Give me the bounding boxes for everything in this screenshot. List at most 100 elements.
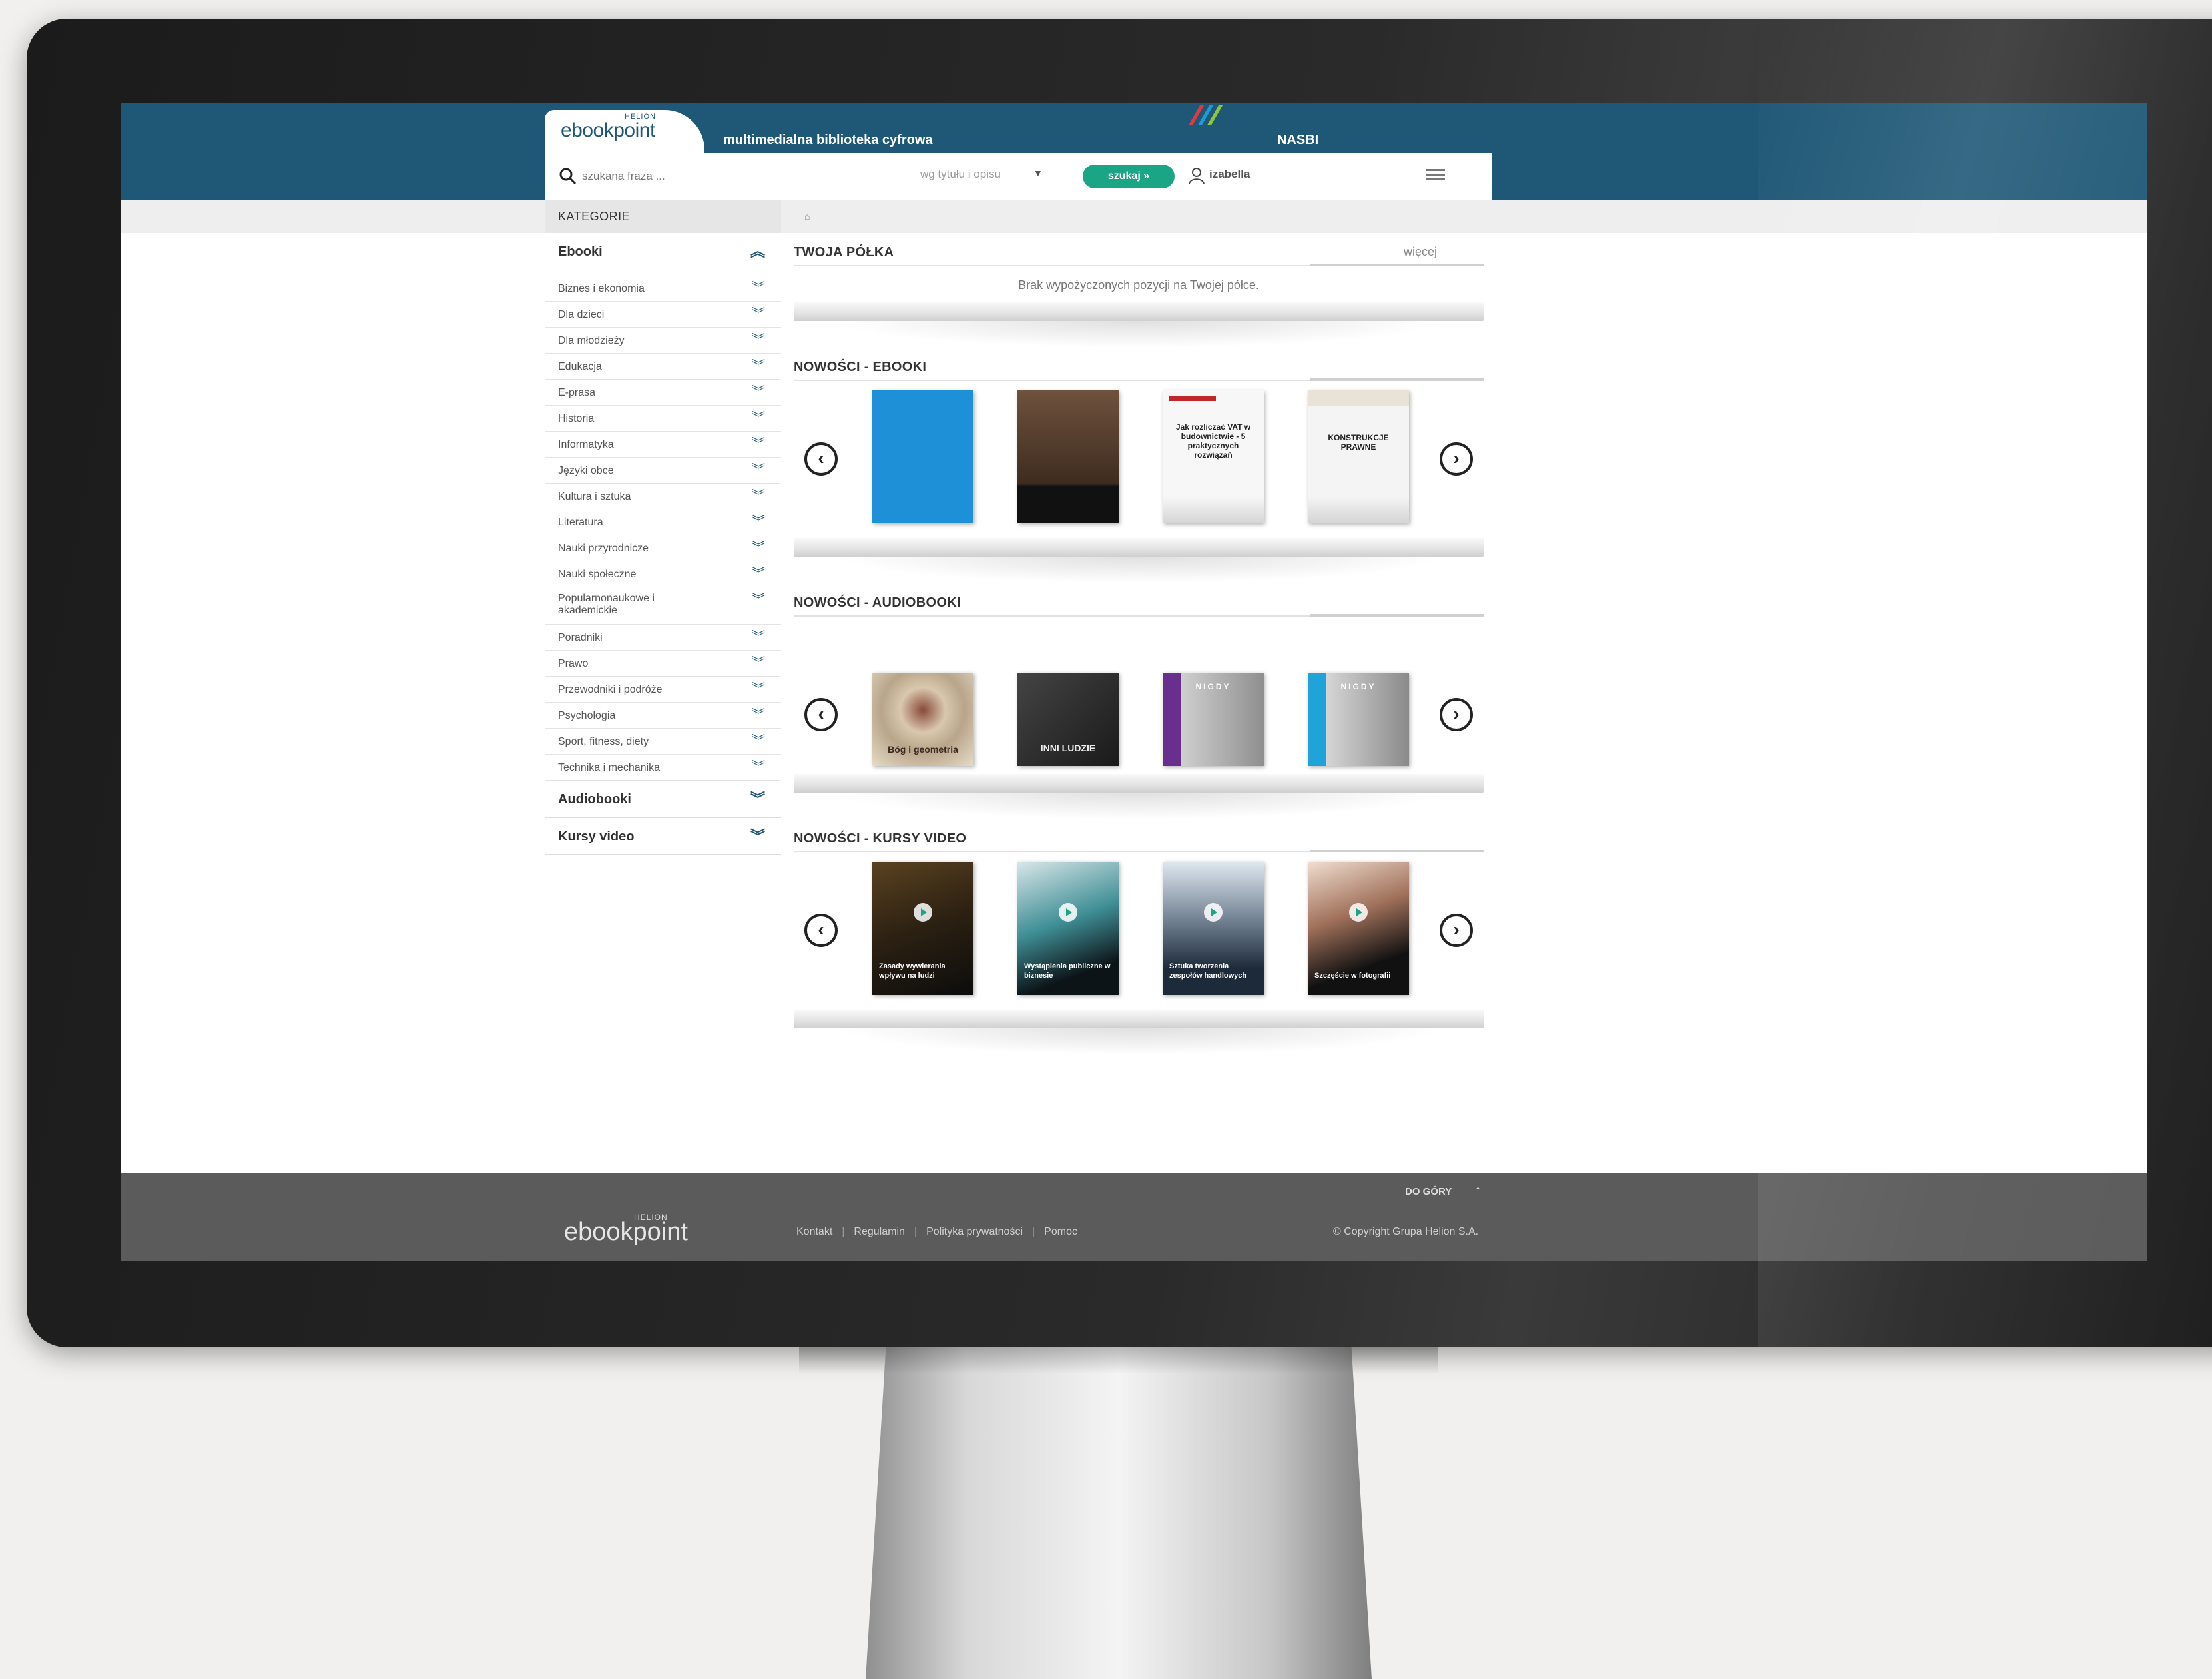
chevron-down-icon[interactable]: ︾ <box>752 354 765 380</box>
subcategory-label: Prawo <box>558 658 589 669</box>
subcategory-item[interactable]: Nauki przyrodnicze ︾ <box>545 535 781 561</box>
play-icon[interactable] <box>914 903 932 922</box>
search-scope-select[interactable]: wg tytułu i opisu <box>920 168 1001 181</box>
subcategory-item[interactable]: Języki obce ︾ <box>545 458 781 484</box>
arrow-left-icon[interactable]: ‹ <box>804 442 838 476</box>
book-cover[interactable]: Jak rozliczać VAT w budownictwie - 5 pra… <box>1163 390 1264 523</box>
section-divider-accent <box>1310 850 1484 852</box>
category-videos[interactable]: Kursy video ︾ <box>545 818 781 855</box>
chevron-down-icon[interactable]: ︾ <box>750 818 765 855</box>
subcategory-item[interactable]: Informatyka ︾ <box>545 432 781 458</box>
video-course-title: Szczęście w fotografii <box>1314 972 1391 980</box>
subcategory-item[interactable]: Przewodniki i podróże ︾ <box>545 677 781 703</box>
shelf-shadow <box>834 793 1444 819</box>
arrow-right-icon[interactable]: › <box>1440 698 1473 731</box>
subcategory-item[interactable]: Dla dzieci ︾ <box>545 302 781 328</box>
arrow-right-icon[interactable]: › <box>1440 914 1473 947</box>
subcategory-item[interactable]: Biznes i ekonomia ︾ <box>545 276 781 302</box>
chevron-down-icon[interactable]: ︾ <box>752 302 765 328</box>
user-name[interactable]: izabella <box>1209 168 1250 181</box>
chevron-down-icon[interactable]: ︾ <box>752 677 765 703</box>
subcategory-label: Poradniki <box>558 632 603 643</box>
subcategory-item[interactable]: Sport, fitness, diety ︾ <box>545 729 781 755</box>
play-icon[interactable] <box>1059 903 1077 922</box>
audiobook-cover[interactable]: INNI LUDZIE <box>1017 673 1119 766</box>
hamburger-menu-icon[interactable] <box>1424 167 1448 186</box>
chevron-down-icon[interactable]: ︾ <box>752 328 765 354</box>
footer-link-contact[interactable]: Kontakt <box>796 1226 832 1238</box>
book-cover[interactable] <box>1017 390 1119 523</box>
subcategory-label: Informatyka <box>558 439 614 450</box>
subcategory-item[interactable]: Edukacja ︾ <box>545 354 781 380</box>
chevron-down-icon[interactable]: ▼ <box>1033 168 1043 178</box>
subcategory-item[interactable]: Prawo ︾ <box>545 651 781 677</box>
audiobook-cover[interactable]: Bóg i geometria <box>872 673 973 766</box>
chevron-down-icon[interactable]: ︾ <box>752 509 765 535</box>
more-link[interactable]: więcej <box>1404 245 1437 259</box>
footer-separator: | <box>1032 1226 1035 1237</box>
stand-shadow <box>799 1347 1438 1374</box>
chevron-down-icon[interactable]: ︾ <box>752 729 765 755</box>
subcategory-label: Dla dzieci <box>558 309 605 320</box>
play-icon[interactable] <box>1204 903 1223 922</box>
chevron-up-icon[interactable]: ︽ <box>750 233 765 270</box>
chevron-down-icon[interactable]: ︾ <box>752 625 765 651</box>
subcategory-item[interactable]: Poradniki ︾ <box>545 625 781 651</box>
subcategory-label: Biznes i ekonomia <box>558 283 645 294</box>
subcategory-item[interactable]: Nauki społeczne ︾ <box>545 561 781 587</box>
category-audiobooks[interactable]: Audiobooki ︾ <box>545 781 781 818</box>
video-course-cover[interactable]: Szczęście w fotografii <box>1308 862 1409 995</box>
play-icon[interactable] <box>1349 903 1368 922</box>
subcategory-label: Nauki społeczne <box>558 569 637 580</box>
search-button[interactable]: szukaj » <box>1083 165 1175 188</box>
chevron-down-icon[interactable]: ︾ <box>752 535 765 561</box>
chevron-down-icon[interactable]: ︾ <box>752 458 765 484</box>
subcategory-item[interactable]: E-prasa ︾ <box>545 380 781 406</box>
videos-section-header: NOWOŚCI - KURSY VIDEO <box>794 826 1484 852</box>
audiobook-cover[interactable]: NIGDY <box>1308 673 1409 766</box>
footer-link-privacy[interactable]: Polityka prywatności <box>926 1226 1023 1238</box>
chevron-down-icon[interactable]: ︾ <box>752 380 765 406</box>
breadcrumb-home-icon[interactable]: ⌂ <box>794 200 1484 233</box>
ebooks-section-header: NOWOŚCI - EBOOKI <box>794 354 1484 381</box>
audiobook-cover[interactable]: NIGDY <box>1163 673 1264 766</box>
video-course-cover[interactable]: Sztuka tworzenia zespołów handlowych <box>1163 862 1264 995</box>
search-input[interactable] <box>582 167 902 186</box>
footer-link-help[interactable]: Pomoc <box>1044 1226 1077 1238</box>
subcategory-item[interactable]: Kultura i sztuka ︾ <box>545 484 781 509</box>
subcategory-item[interactable]: Technika i mechanika ︾ <box>545 755 781 781</box>
category-ebooks[interactable]: Ebooki ︽ <box>545 233 781 270</box>
chevron-down-icon[interactable]: ︾ <box>752 561 765 587</box>
chevron-down-icon[interactable]: ︾ <box>752 651 765 677</box>
book-cover[interactable]: KONSTRUKCJE PRAWNE <box>1308 390 1409 523</box>
audiobook-cover-title: INNI LUDZIE <box>1040 743 1096 753</box>
subcategory-item[interactable]: Popularnonaukowe i akademickie ︾ <box>545 587 781 625</box>
chevron-down-icon[interactable]: ︾ <box>752 484 765 509</box>
user-icon[interactable] <box>1187 166 1207 186</box>
video-course-cover[interactable]: Wystąpienia publiczne w biznesie <box>1017 862 1119 995</box>
subcategory-item[interactable]: Literatura ︾ <box>545 509 781 535</box>
footer-logo[interactable]: ebookpoint <box>564 1218 688 1247</box>
subcategory-label: Sport, fitness, diety <box>558 736 649 747</box>
arrow-left-icon[interactable]: ‹ <box>804 914 838 947</box>
chevron-down-icon[interactable]: ︾ <box>752 755 765 781</box>
subcategory-item[interactable]: Psychologia ︾ <box>545 703 781 729</box>
subcategory-item[interactable]: Dla młodzieży ︾ <box>545 328 781 354</box>
book-cover[interactable] <box>872 390 973 523</box>
chevron-down-icon[interactable]: ︾ <box>752 587 765 613</box>
logo[interactable]: HELION ebookpoint <box>545 110 704 153</box>
chevron-down-icon[interactable]: ︾ <box>752 276 765 302</box>
chevron-down-icon[interactable]: ︾ <box>752 703 765 729</box>
video-course-cover[interactable]: Zasady wywierania wpływu na ludzi <box>872 862 973 995</box>
arrow-left-icon[interactable]: ‹ <box>804 698 838 731</box>
chevron-down-icon[interactable]: ︾ <box>752 406 765 432</box>
chevron-down-icon[interactable]: ︾ <box>750 781 765 818</box>
chevron-down-icon[interactable]: ︾ <box>752 432 765 458</box>
arrow-up-icon[interactable]: ↑ <box>1474 1182 1482 1199</box>
search-bar: wg tytułu i opisu ▼ szukaj » izabella <box>545 153 1492 200</box>
subcategory-item[interactable]: Historia ︾ <box>545 406 781 432</box>
cover-stripe <box>1169 396 1216 401</box>
back-to-top-link[interactable]: DO GÓRY <box>1405 1186 1452 1197</box>
arrow-right-icon[interactable]: › <box>1440 442 1473 476</box>
footer-link-terms[interactable]: Regulamin <box>854 1226 904 1238</box>
